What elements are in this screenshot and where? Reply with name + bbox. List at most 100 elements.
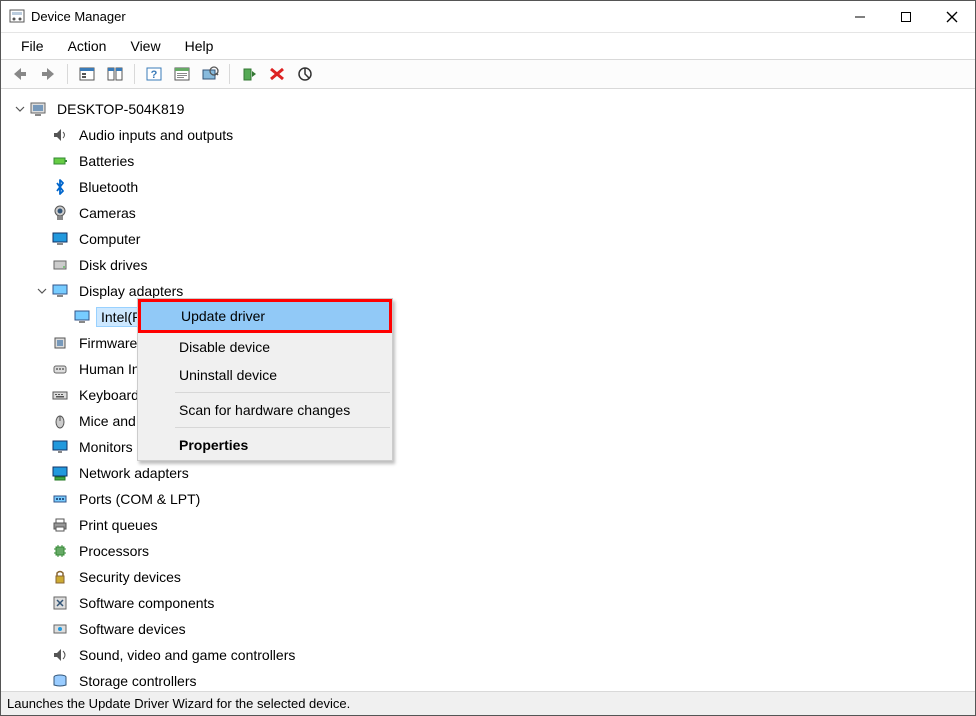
properties-all-button[interactable] [102,62,128,86]
allprops-icon [106,66,124,82]
tree-label[interactable]: Computer [75,230,144,248]
tree-node[interactable]: Security devices [31,564,967,590]
toolbar: ? [1,59,975,89]
tree-label[interactable]: Storage controllers [75,672,201,690]
update-driver-button[interactable] [236,62,262,86]
tree-node[interactable]: Disk drives [31,252,967,278]
port-icon [51,490,69,508]
tree-label[interactable]: Bluetooth [75,178,142,196]
chevron-right-icon [35,206,49,220]
context-menu-item[interactable]: Update driver [141,302,389,330]
disk-icon [51,256,69,274]
tree-node[interactable]: Batteries [31,148,967,174]
swcomp-icon [51,594,69,612]
disable-icon [296,66,314,82]
tree-node[interactable]: Computer [31,226,967,252]
chevron-right-icon [35,154,49,168]
context-menu-item[interactable]: Disable device [139,333,391,361]
tree-label[interactable]: Processors [75,542,153,560]
tree-label[interactable]: DESKTOP-504K819 [53,100,188,118]
toolbar-separator [67,64,68,84]
tree-label[interactable]: Print queues [75,516,162,534]
annotation-highlight: Update driver [138,299,392,333]
chevron-right-icon [35,362,49,376]
chevron-right-icon [35,414,49,428]
tree-label[interactable]: Disk drives [75,256,151,274]
tree-node[interactable]: Sound, video and game controllers [31,642,967,668]
menubar: File Action View Help [1,33,975,59]
uninstall-icon [268,66,286,82]
hid-icon [51,360,69,378]
chevron-down-icon[interactable] [13,102,27,116]
maximize-button[interactable] [883,1,929,33]
menu-action[interactable]: Action [58,36,117,56]
tree-label[interactable]: Software devices [75,620,190,638]
context-menu-item[interactable]: Scan for hardware changes [139,396,391,424]
tree-node[interactable]: Network adapters [31,460,967,486]
app-icon [9,9,25,25]
keyboard-icon [51,386,69,404]
tree-node[interactable]: Storage controllers [31,668,967,691]
monitor-icon [51,230,69,248]
tree-label[interactable]: Cameras [75,204,140,222]
scan-icon [201,66,219,82]
tree-label[interactable]: Security devices [75,568,185,586]
chevron-right-icon [35,570,49,584]
network-icon [51,464,69,482]
chevron-down-icon[interactable] [35,284,49,298]
swdev-icon [51,620,69,638]
menu-view[interactable]: View [120,36,170,56]
chevron-right-icon [35,440,49,454]
chevron-right-icon [35,518,49,532]
tree-node[interactable]: Processors [31,538,967,564]
chevron-right-icon [35,232,49,246]
tree-root-node[interactable]: DESKTOP-504K819 [9,96,967,122]
uninstall-button[interactable] [264,62,290,86]
bluetooth-icon [51,178,69,196]
tree-label[interactable]: Sound, video and game controllers [75,646,299,664]
help-icon: ? [145,66,163,82]
context-menu-item[interactable]: Uninstall device [139,361,391,389]
tree-label[interactable]: Software components [75,594,218,612]
back-icon [11,66,29,82]
chevron-right-icon [35,336,49,350]
help-button[interactable]: ? [141,62,167,86]
forward-button[interactable] [35,62,61,86]
tree-node[interactable]: Cameras [31,200,967,226]
back-button[interactable] [7,62,33,86]
context-menu-item[interactable]: Properties [139,431,391,459]
menu-help[interactable]: Help [175,36,224,56]
camera-icon [51,204,69,222]
tree-label[interactable]: Batteries [75,152,138,170]
statusbar: Launches the Update Driver Wizard for th… [1,691,975,715]
chevron-right-icon [35,388,49,402]
tree-node[interactable]: Audio inputs and outputs [31,122,967,148]
minimize-button[interactable] [837,1,883,33]
tree-label[interactable]: Ports (COM & LPT) [75,490,204,508]
showhide-console-tree-button[interactable] [74,62,100,86]
menu-file[interactable]: File [11,36,54,56]
tree-node[interactable]: Bluetooth [31,174,967,200]
chevron-right-icon [35,180,49,194]
tree-node[interactable]: Ports (COM & LPT) [31,486,967,512]
tree-node[interactable]: Print queues [31,512,967,538]
tree-label[interactable]: Firmware [75,334,141,352]
firmware-icon [51,334,69,352]
tree-label[interactable]: Audio inputs and outputs [75,126,237,144]
tree-node[interactable]: Software devices [31,616,967,642]
battery-icon [51,152,69,170]
tree-label[interactable]: Network adapters [75,464,193,482]
chevron-right-icon [35,674,49,688]
scan-hardware-button[interactable] [197,62,223,86]
statusbar-text: Launches the Update Driver Wizard for th… [7,696,350,711]
security-icon [51,568,69,586]
disable-button[interactable] [292,62,318,86]
tree-node[interactable]: Software components [31,590,967,616]
tree-label[interactable]: Monitors [75,438,137,456]
audio-icon [51,126,69,144]
svg-text:?: ? [151,69,158,81]
toolbar-separator [229,64,230,84]
properties-button[interactable] [169,62,195,86]
computer-icon [29,100,47,118]
close-button[interactable] [929,1,975,33]
